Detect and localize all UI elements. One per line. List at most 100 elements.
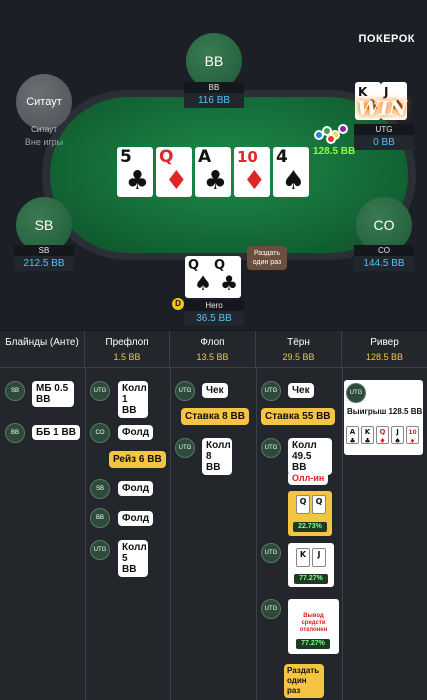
equity-value: 77.27%: [296, 639, 330, 649]
card-suit: ♠: [194, 271, 212, 295]
action-bubble: ББ 1 BB: [32, 425, 80, 440]
seat-co-info: CO 144.5 BB: [354, 245, 414, 271]
street-pot: 128.5 BB: [365, 352, 404, 362]
utg-equity-box: K J 77.27%: [288, 543, 334, 587]
action-bubble: Чек: [288, 383, 314, 398]
seat-sitout-status: Вне игры: [24, 137, 64, 147]
pos-chip: UTG: [261, 543, 281, 563]
pokerok-logo: ПОКЕРОК: [358, 33, 415, 45]
seat-utg-info: UTG 0 BB: [354, 124, 414, 150]
pot-amount: 128.5 BB: [313, 146, 356, 157]
street-name: Блайнды (Анте): [5, 337, 79, 348]
card-suit: ♠: [394, 437, 401, 445]
action-bubble: Колл 1 BB: [118, 381, 148, 418]
pos-chip: SB: [90, 479, 110, 499]
raise-bubble: Рейз 6 BB: [109, 451, 166, 468]
board-cards: 5 ♣ Q ♦ A ♣ 10 ♦ 4 ♠: [117, 147, 309, 197]
seat-sitout-info: Ситаут Вне игры: [14, 124, 74, 149]
pos-chip: BB: [90, 508, 110, 528]
action-bubble: Колл 49.5 BB: [288, 438, 332, 475]
seat-bb-stack: 116 BB: [184, 93, 244, 108]
seat-bb-info: BB 116 BB: [184, 82, 244, 108]
bet-bubble: Ставка 8 BB: [181, 408, 249, 425]
street-flop[interactable]: Флоп 13.5 BB: [170, 331, 256, 367]
pos-chip: SB: [5, 381, 25, 401]
card-suit: ♣: [364, 437, 371, 445]
street-pot: 13.5 BB: [196, 352, 229, 362]
street-river[interactable]: Ривер 128.5 BB: [342, 331, 427, 367]
mini-card: 10 ♦: [406, 426, 419, 445]
action-bubble: Колл 8 BB: [202, 438, 232, 475]
pos-chip: UTG: [175, 381, 195, 401]
street-header: Блайнды (Анте) Префлоп 1.5 BB Флоп 13.5 …: [0, 331, 427, 368]
action-bubble: Чек: [202, 383, 228, 398]
action-bubble: Фолд: [118, 511, 154, 526]
column-divider: [85, 368, 86, 700]
column-divider: [256, 368, 257, 700]
equity-value: 77.27%: [294, 574, 328, 584]
card-rank: 10: [237, 148, 258, 166]
poker-table-area: ПОКЕРОК BB BB 116 BB Ситаут Ситаут Вне и…: [0, 0, 427, 330]
river-win-panel: UTG Выигрыш 128.5 BB A ♣ K ♣ Q ♦ J ♠ 10 ♦: [344, 380, 423, 455]
seat-co-name: CO: [354, 245, 414, 256]
card-rank: J: [396, 428, 399, 436]
street-name: Флоп: [200, 337, 225, 348]
street-name: Тёрн: [287, 337, 310, 348]
seat-sb-name: SB: [14, 245, 74, 256]
pos-chip: UTG: [261, 599, 281, 619]
deal-once-bubble: Раздать один раз: [284, 664, 324, 698]
card-suit: ♣: [125, 166, 149, 196]
street-name: Ривер: [370, 337, 399, 348]
card-rank: A: [198, 147, 212, 167]
seat-sb-info: SB 212.5 BB: [14, 245, 74, 271]
poker-hand-replay: ПОКЕРОК BB BB 116 BB Ситаут Ситаут Вне и…: [0, 0, 427, 700]
mini-card: K ♣: [361, 426, 374, 445]
seat-bb-avatar[interactable]: BB: [186, 33, 242, 89]
street-pot: 29.5 BB: [282, 352, 315, 362]
card-suit: ♣: [220, 271, 238, 295]
hero-hole-cards: Q ♠ Q ♣: [183, 256, 243, 302]
card-rank: 5: [120, 147, 132, 167]
withdraw-box: Вывод средств отклонен 77.27%: [288, 599, 339, 654]
card-suit: ♦: [379, 437, 386, 445]
card-suit: ♠: [281, 166, 305, 196]
column-divider: [342, 368, 343, 700]
withdraw-text: Вывод средств отклонен: [299, 613, 328, 633]
pos-chip: UTG: [175, 438, 195, 458]
mini-card: J ♠: [391, 426, 404, 445]
street-preflop[interactable]: Префлоп 1.5 BB: [85, 331, 170, 367]
win-text: Выигрыш 128.5 BB: [347, 407, 423, 416]
card-suit: ♦: [242, 166, 266, 196]
pos-chip: UTG: [261, 381, 281, 401]
card-rank: A: [349, 428, 356, 436]
street-turn[interactable]: Тёрн 29.5 BB: [256, 331, 342, 367]
action-bubble: Фолд: [118, 425, 154, 440]
seat-hero-stack: 36.5 BB: [184, 311, 244, 326]
hero-card-2: Q ♣: [211, 256, 241, 298]
card-suit: ♣: [203, 166, 227, 196]
seat-utg-stack: 0 BB: [354, 135, 414, 150]
board-card-1: 5 ♣: [117, 147, 153, 197]
pot-chips-icon: [312, 122, 352, 146]
card-suit: ♣: [349, 437, 356, 445]
mini-card: J: [312, 548, 326, 567]
column-divider: [170, 368, 171, 700]
card-suit: ♦: [164, 166, 188, 196]
seat-sitout-avatar[interactable]: Ситаут: [16, 74, 72, 130]
hero-equity-box: Q Q 22.73%: [288, 491, 332, 536]
card-rank: Q: [159, 147, 174, 167]
seat-hero-name: Hero: [184, 300, 244, 311]
action-bubble: МБ 0.5 BB: [32, 381, 74, 407]
all-in-bubble: Олл-ин: [288, 471, 329, 485]
pos-chip: BB: [5, 423, 25, 443]
hand-history: Блайнды (Анте) Префлоп 1.5 BB Флоп 13.5 …: [0, 331, 427, 700]
street-blinds[interactable]: Блайнды (Анте): [0, 331, 85, 367]
action-bubble: Фолд: [118, 481, 154, 496]
pos-chip: UTG: [90, 381, 110, 401]
street-name: Префлоп: [105, 337, 149, 348]
card-rank: 10: [408, 429, 417, 436]
street-pot: 1.5 BB: [113, 352, 141, 362]
bet-bubble: Ставка 55 BB: [261, 408, 335, 425]
seat-sitout-name: Ситаут: [31, 125, 57, 134]
pos-chip: UTG: [346, 383, 366, 403]
